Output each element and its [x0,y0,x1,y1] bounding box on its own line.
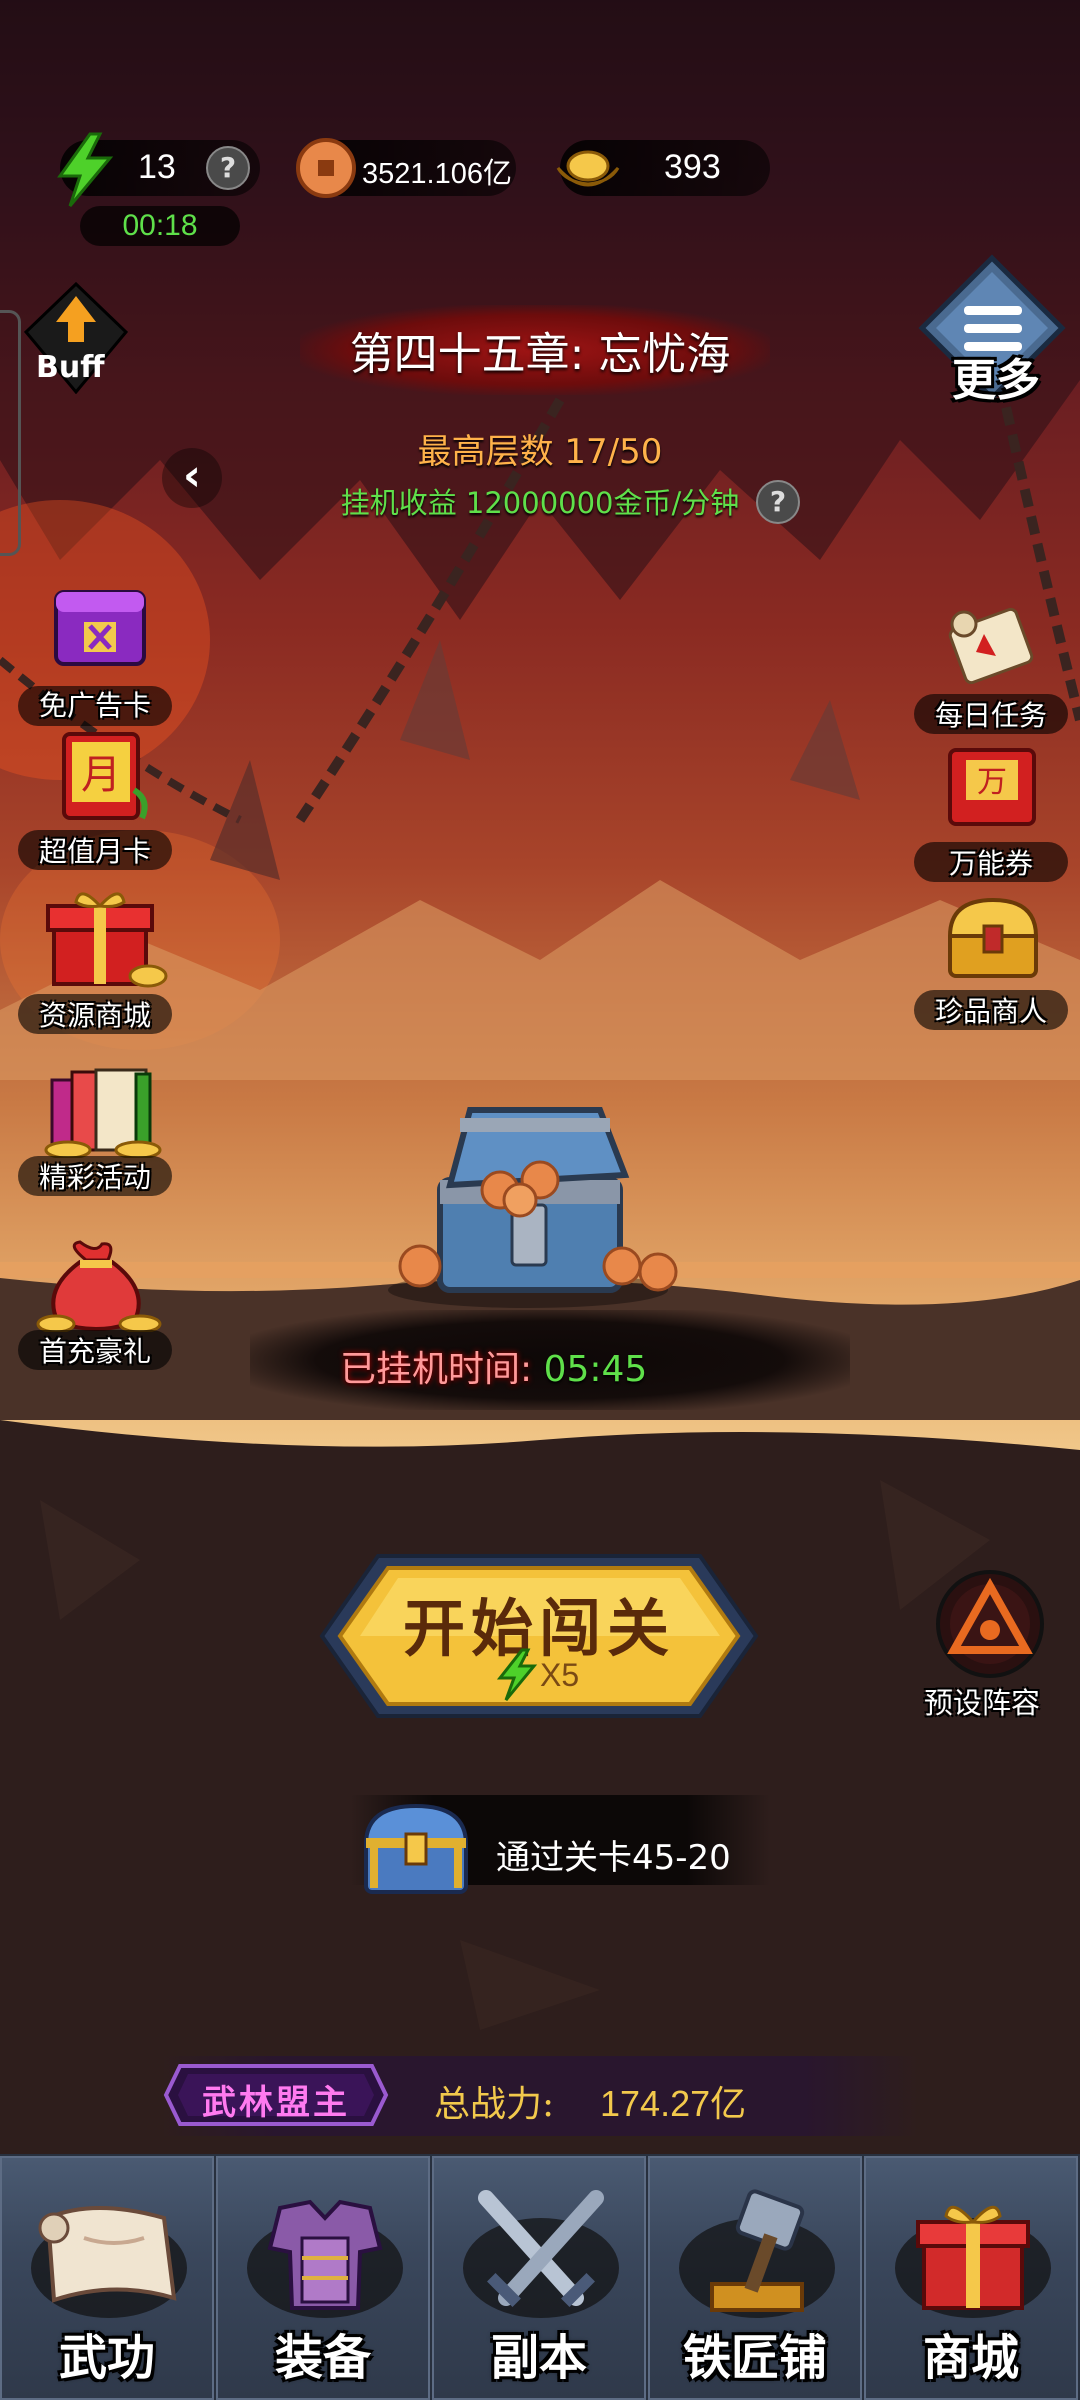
nav-martial-arts[interactable]: 武功 [0,2156,214,2400]
rare-merchant-button[interactable]: 珍品商人 [906,890,1076,1030]
idle-income: 挂机收益 12000000金币/分钟 [340,486,740,520]
idle-time-value: 05:45 [543,1349,648,1390]
nav-martial-arts-label: 武功 [58,2330,155,2386]
crossed-swords-icon [463,2190,619,2318]
daily-tasks-label: 每日任务 [934,699,1047,732]
universal-coupon-button[interactable]: 万 万能券 [906,742,1076,882]
activity-label: 精彩活动 [38,1161,151,1194]
ad-free-card-label: 免广告卡 [38,689,151,722]
combat-power-label: 总战力: [434,2084,555,2125]
nav-shop[interactable]: 商城 [864,2156,1078,2400]
armor-icon [247,2199,403,2318]
more-button[interactable]: 更多 [912,252,1072,412]
martial-arts-scroll-icon [31,2206,187,2318]
first-recharge-label: 首充豪礼 [38,1335,151,1368]
gold-ingot-icon [556,150,620,187]
activity-books-icon [44,1068,162,1158]
nav-blacksmith-label: 铁匠铺 [682,2330,827,2386]
nav-equipment[interactable]: 装备 [216,2156,430,2400]
back-chevron-icon[interactable]: ‹ [162,448,222,508]
buff-button[interactable]: Buff [22,281,130,395]
golden-chest-icon [947,897,1039,978]
energy-timer: 00:18 [80,206,240,246]
income-help-icon[interactable]: ? [756,480,800,524]
universal-coupon-icon: 万 [948,748,1036,826]
shop-gift-icon [895,2205,1051,2318]
max-floor: 最高层数 17/50 [417,432,663,472]
chapter-title: 第四十五章: 忘忧海 [349,329,731,380]
treasure-chest-icon [388,1107,678,1308]
nav-dungeon[interactable]: 副本 [432,2156,646,2400]
preset-lineup-label: 预设阵容 [924,1686,1041,1720]
more-label: 更多 [952,355,1040,406]
ad-free-card-icon [54,590,146,666]
daily-tasks-button[interactable]: 每日任务 [906,594,1076,734]
nav-equipment-label: 装备 [274,2330,371,2386]
gold-value: 393 [664,148,721,186]
energy-icon [57,132,114,207]
activity-button[interactable]: 精彩活动 [10,1066,180,1196]
buff-label: Buff [36,350,105,385]
combat-power-value: 174.27亿 [600,2083,747,2124]
ad-free-card-button[interactable]: 免广告卡 [10,586,180,726]
resource-shop-label: 资源商城 [38,999,151,1032]
svg-text:月: 月 [81,752,121,798]
hammer-anvil-icon [679,2189,835,2318]
monthly-card-label: 超值月卡 [38,835,151,868]
reward-chest-icon[interactable] [356,1798,476,1898]
idle-time-label: 已挂机时间: [340,1349,533,1390]
nav-blacksmith[interactable]: 铁匠铺 [648,2156,862,2400]
first-recharge-button[interactable]: 首充豪礼 [10,1240,180,1370]
stage-reward-text: 通过关卡45-20 [496,1838,731,1878]
rare-merchant-label: 珍品商人 [934,995,1047,1028]
lineup-emblem-icon [936,1570,1044,1678]
monthly-card-icon: 月 [62,732,148,820]
universal-coupon-label: 万能券 [948,847,1033,880]
energy-help-icon[interactable]: ? [206,146,250,190]
idle-time-text: 已挂机时间: 05:45 [340,1340,647,1392]
nav-shop-label: 商城 [922,2330,1019,2386]
resource-shop-button[interactable]: 资源商城 [10,884,180,1034]
gift-box-icon [46,892,168,988]
energy-cost: X5 [540,1657,580,1693]
scroll-icon [948,607,1034,684]
energy-value: 13 [138,148,176,186]
title-label: 武林盟主 [202,2083,350,2123]
svg-text:万: 万 [977,765,1007,800]
preset-lineup-button[interactable]: 预设阵容 [910,1568,1070,1720]
money-bag-icon [36,1240,162,1332]
copper-coin-icon [296,138,356,198]
copper-value: 3521.106亿 [362,158,512,190]
start-challenge-label: 开始闯关 [402,1592,675,1665]
nav-dungeon-label: 副本 [490,2330,587,2386]
energy-cost-icon [496,1648,538,1701]
side-drawer-handle[interactable] [0,310,21,556]
monthly-card-button[interactable]: 月 超值月卡 [10,730,180,870]
